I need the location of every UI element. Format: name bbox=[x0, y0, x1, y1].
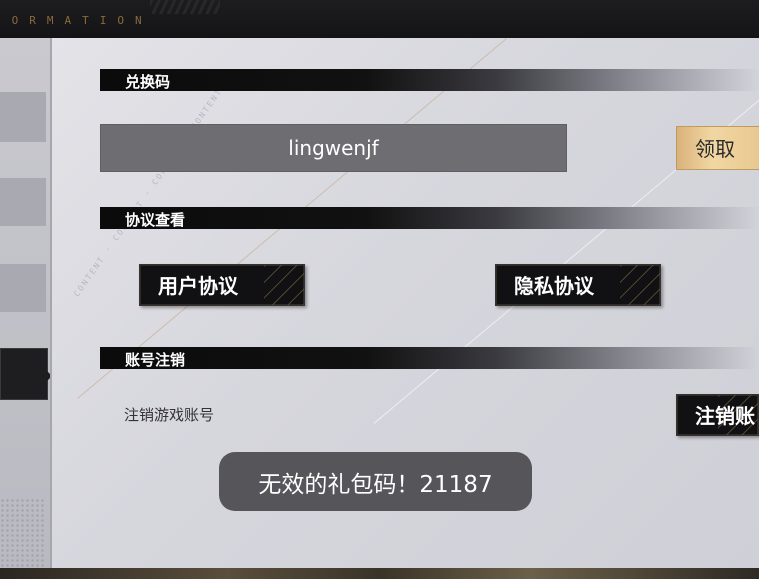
dot-pattern-decoration bbox=[0, 498, 46, 568]
user-agreement-label: 用户协议 bbox=[158, 274, 238, 298]
cancel-account-button[interactable]: 注销账 bbox=[676, 394, 759, 436]
toast-message: 无效的礼包码！21187 bbox=[219, 452, 532, 511]
agreements-section-header: 协议查看 bbox=[100, 207, 759, 229]
redeem-section-header: 兑换码 bbox=[100, 69, 759, 91]
sidebar-item[interactable] bbox=[0, 264, 46, 312]
privacy-agreement-button[interactable]: 隐私协议 bbox=[495, 264, 661, 306]
sidebar-item[interactable] bbox=[0, 92, 46, 142]
top-bar: FORMATION bbox=[0, 0, 759, 38]
account-cancel-section-title: 账号注销 bbox=[125, 351, 186, 369]
sidebar-item[interactable] bbox=[0, 178, 46, 226]
privacy-agreement-label: 隐私协议 bbox=[514, 274, 594, 298]
topbar-deco-text: FORMATION bbox=[0, 14, 153, 27]
redeem-code-input[interactable]: lingwenjf bbox=[100, 124, 567, 172]
user-agreement-button[interactable]: 用户协议 bbox=[139, 264, 305, 306]
claim-button[interactable]: 领取 bbox=[676, 126, 759, 170]
background-scene-strip bbox=[0, 568, 759, 579]
sidebar-item-active[interactable] bbox=[0, 348, 50, 400]
cancel-account-button-label: 注销账 bbox=[695, 404, 755, 428]
redeem-section-title: 兑换码 bbox=[125, 73, 171, 91]
account-cancel-section-header: 账号注销 bbox=[100, 347, 759, 369]
topbar-stripe-decoration bbox=[150, 0, 220, 14]
cancel-account-description: 注销游戏账号 bbox=[124, 406, 215, 424]
sidebar bbox=[0, 38, 52, 568]
agreements-section-title: 协议查看 bbox=[125, 211, 186, 229]
